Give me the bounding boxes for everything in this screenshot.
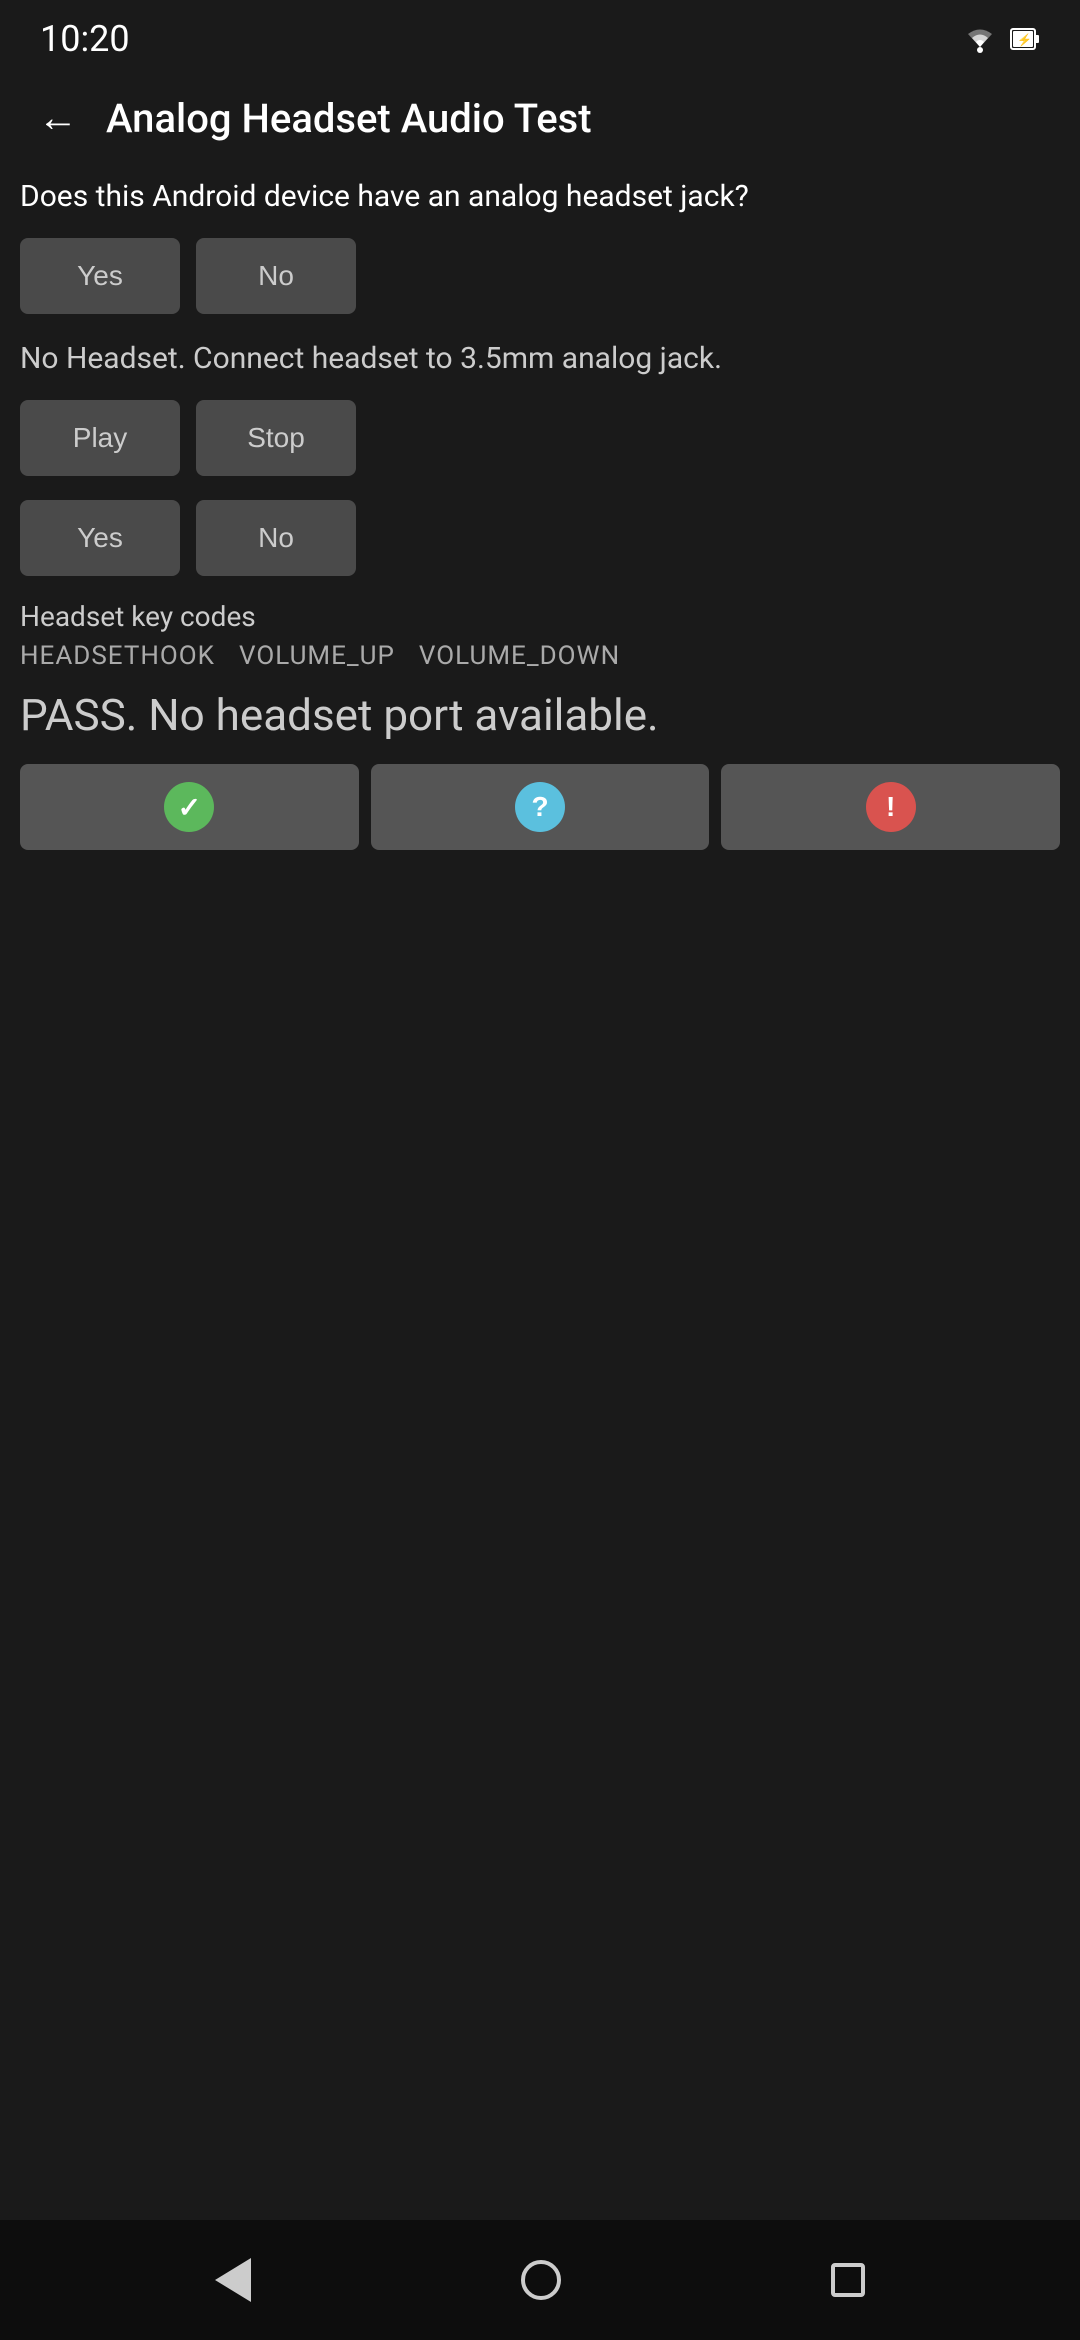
key-code-headsethook: HEADSETHOOK bbox=[20, 641, 215, 671]
pass-icon: ✓ bbox=[164, 782, 214, 832]
nav-back-button[interactable] bbox=[205, 2248, 261, 2312]
play-stop-button-row: Play Stop bbox=[20, 400, 1060, 476]
key-codes-list: HEADSETHOOK VOLUME_UP VOLUME_DOWN bbox=[20, 641, 1060, 671]
question-result-button[interactable]: ? bbox=[371, 764, 710, 850]
fail-result-button[interactable]: ! bbox=[721, 764, 1060, 850]
nav-recents-icon bbox=[831, 2263, 865, 2297]
key-code-volume-down: VOLUME_DOWN bbox=[419, 641, 620, 671]
nav-bar bbox=[0, 2220, 1080, 2340]
key-codes-title: Headset key codes bbox=[20, 600, 1060, 633]
key-code-volume-up: VOLUME_UP bbox=[239, 641, 395, 671]
status-icons: ⚡ bbox=[962, 24, 1040, 54]
header: ← Analog Headset Audio Test bbox=[0, 70, 1080, 166]
result-buttons-row: ✓ ? ! bbox=[20, 764, 1060, 850]
nav-home-icon bbox=[521, 2260, 561, 2300]
page-title: Analog Headset Audio Test bbox=[106, 95, 592, 142]
headset-instruction: No Headset. Connect headset to 3.5mm ana… bbox=[20, 338, 1060, 380]
play-button[interactable]: Play bbox=[20, 400, 180, 476]
headset-yes-no-row: Yes No bbox=[20, 500, 1060, 576]
headset-no-button[interactable]: No bbox=[196, 500, 356, 576]
analog-jack-no-button[interactable]: No bbox=[196, 238, 356, 314]
stop-button[interactable]: Stop bbox=[196, 400, 356, 476]
analog-jack-button-row: Yes No bbox=[20, 238, 1060, 314]
nav-home-button[interactable] bbox=[511, 2250, 571, 2310]
pass-text: PASS. No headset port available. bbox=[20, 687, 1060, 744]
wifi-icon bbox=[962, 25, 998, 53]
nav-recents-button[interactable] bbox=[821, 2253, 875, 2307]
battery-icon: ⚡ bbox=[1010, 24, 1040, 54]
status-time: 10:20 bbox=[40, 18, 130, 60]
key-codes-section: Headset key codes HEADSETHOOK VOLUME_UP … bbox=[20, 600, 1060, 671]
question-icon: ? bbox=[515, 782, 565, 832]
headset-yes-button[interactable]: Yes bbox=[20, 500, 180, 576]
back-arrow-icon: ← bbox=[38, 98, 78, 138]
status-bar: 10:20 ⚡ bbox=[0, 0, 1080, 70]
analog-jack-yes-button[interactable]: Yes bbox=[20, 238, 180, 314]
back-button[interactable]: ← bbox=[30, 90, 86, 146]
pass-result-button[interactable]: ✓ bbox=[20, 764, 359, 850]
svg-text:⚡: ⚡ bbox=[1017, 33, 1032, 47]
nav-back-icon bbox=[215, 2258, 251, 2302]
content: Does this Android device have an analog … bbox=[0, 166, 1080, 2220]
analog-jack-question: Does this Android device have an analog … bbox=[20, 176, 1060, 218]
fail-icon: ! bbox=[866, 782, 916, 832]
